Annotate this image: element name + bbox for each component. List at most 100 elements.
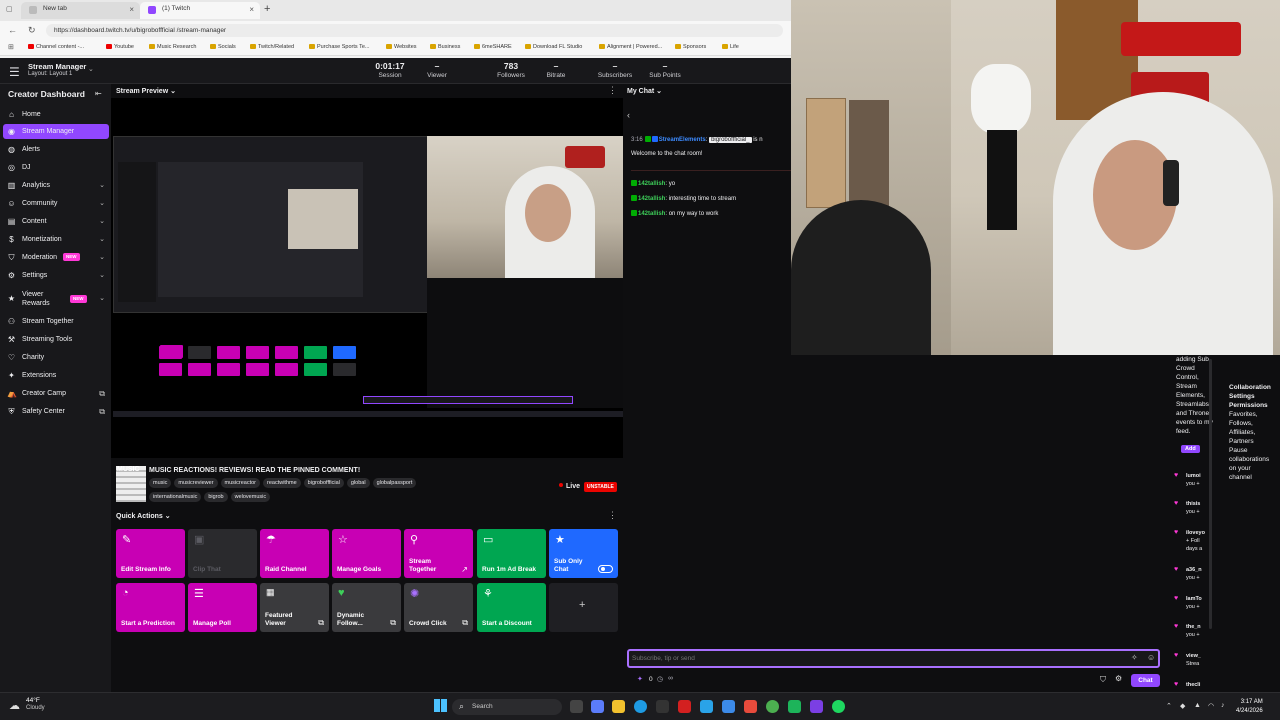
run-ad-break-button[interactable]: ▭ Run 1m Ad Break: [477, 529, 546, 578]
chevron-down-icon[interactable]: ⌄: [88, 65, 94, 73]
tab-twitch[interactable]: (1) Twitch ×: [140, 2, 260, 19]
stream-tag[interactable]: music: [149, 478, 172, 488]
spotify-icon[interactable]: [832, 700, 845, 713]
wifi-icon[interactable]: ◠: [1208, 702, 1214, 710]
bookmark-item[interactable]: Alignment | Powered...: [599, 44, 662, 50]
overlay-scrollbar[interactable]: [1209, 359, 1212, 629]
sidebar-item-safety-center[interactable]: ⛨ Safety Center ⧉: [3, 404, 109, 419]
stream-tag[interactable]: reactwithme: [263, 478, 301, 488]
more-options-icon[interactable]: ⋮: [608, 510, 617, 521]
raid-channel-button[interactable]: ☂ Raid Channel: [260, 529, 329, 578]
file-explorer-icon[interactable]: [612, 700, 625, 713]
windows-start-icon[interactable]: [434, 699, 447, 712]
start-discount-button[interactable]: ⚘ Start a Discount: [477, 583, 546, 632]
stream-together-button[interactable]: ⚲ Stream Together ↗: [404, 529, 473, 578]
shield-icon[interactable]: ⛉: [1100, 675, 1106, 685]
chevron-left-icon[interactable]: ‹: [627, 110, 630, 120]
timer-icon[interactable]: ◷: [657, 675, 663, 683]
sidebar-item-streaming-tools[interactable]: ⚒ Streaming Tools: [3, 332, 109, 347]
weather-condition[interactable]: Cloudy: [26, 705, 45, 711]
app-icon[interactable]: [722, 700, 735, 713]
stream-tag[interactable]: bigrob: [204, 492, 228, 502]
layout-selector[interactable]: Layout: Layout 1: [28, 71, 72, 77]
chat-send-button[interactable]: Chat: [1131, 674, 1160, 687]
bookmark-item[interactable]: Business: [430, 44, 460, 50]
gear-icon[interactable]: ⚙: [1115, 674, 1122, 683]
apps-icon[interactable]: ⊞: [8, 43, 14, 51]
weather-temperature[interactable]: 44°F: [26, 697, 40, 704]
featured-viewer-button[interactable]: ▦ Featured Viewer ⧉: [260, 583, 329, 632]
bookmark-item[interactable]: Socials: [210, 44, 236, 50]
sidebar-item-community[interactable]: ☺ Community ⌄: [3, 196, 109, 211]
window-menu-icon[interactable]: ▢: [6, 5, 13, 13]
sidebar-item-content[interactable]: ▤ Content ⌄: [3, 214, 109, 229]
stream-tag[interactable]: globalpassport: [372, 478, 417, 488]
taskbar-search[interactable]: ⌕ Search: [452, 699, 562, 715]
start-prediction-button[interactable]: ◔ Start a Prediction: [116, 583, 185, 632]
volume-icon[interactable]: ♪: [1221, 702, 1225, 709]
sidebar-item-viewer-rewards[interactable]: ★ Viewer Rewards NEW ⌄: [3, 288, 109, 310]
chat-input-box[interactable]: ✧ ☺: [627, 649, 1160, 668]
bookmark-item[interactable]: Twitch/Related: [250, 44, 294, 50]
close-icon[interactable]: ×: [129, 5, 134, 14]
task-view-icon[interactable]: [570, 700, 583, 713]
stream-tag[interactable]: bigroboffficial: [303, 478, 344, 488]
collapse-icon[interactable]: ⇤: [95, 89, 102, 98]
sidebar-item-moderation[interactable]: ⛉ Moderation NEW ⌄: [3, 250, 109, 265]
sidebar-item-stream-manager[interactable]: ◉ Stream Manager: [3, 124, 109, 139]
stream-tag[interactable]: musicreviewer: [174, 478, 218, 488]
bookmark-item[interactable]: Channel content -...: [28, 44, 84, 50]
sub-only-toggle[interactable]: [598, 565, 613, 573]
app-icon[interactable]: [810, 700, 823, 713]
taskbar-clock[interactable]: 3:17 AM 4/24/2026: [1236, 698, 1263, 716]
bookmark-item[interactable]: Music Research: [149, 44, 196, 50]
bookmark-item[interactable]: 6meSHARE: [474, 44, 512, 50]
sidebar-item-dj[interactable]: ◎ DJ: [3, 160, 109, 175]
stream-health-badge[interactable]: UNSTABLE: [584, 482, 617, 492]
new-tab-plus-icon[interactable]: +: [264, 3, 270, 15]
quick-actions-title[interactable]: Quick Actions ⌄: [116, 512, 171, 520]
sidebar-item-monetization[interactable]: $ Monetization ⌄: [3, 232, 109, 247]
stream-tag[interactable]: welovemusic: [230, 492, 271, 502]
dynamic-follow-button[interactable]: ♥ Dynamic Follow... ⧉: [332, 583, 401, 632]
channel-points-icon[interactable]: ✦: [637, 675, 643, 683]
app-icon[interactable]: [678, 700, 691, 713]
sidebar-item-extensions[interactable]: ✦ Extensions: [3, 368, 109, 383]
sidebar-item-alerts[interactable]: ◍ Alerts: [3, 142, 109, 157]
stream-tag[interactable]: internationalmusic: [149, 492, 202, 502]
chevron-up-icon[interactable]: ⌃: [1166, 702, 1172, 710]
bookmark-item[interactable]: Purchase Sports Te...: [309, 44, 369, 50]
more-options-icon[interactable]: ⋮: [608, 85, 617, 96]
app-icon[interactable]: [788, 700, 801, 713]
close-icon[interactable]: ×: [249, 5, 254, 14]
reload-icon[interactable]: ↻: [28, 25, 36, 36]
bookmark-item[interactable]: Sponsors: [675, 44, 706, 50]
sidebar-item-home[interactable]: ⌂ Home: [3, 107, 109, 122]
chat-title[interactable]: My Chat ⌄: [627, 87, 662, 95]
tray-icon[interactable]: ◆: [1180, 702, 1185, 710]
chat-input[interactable]: [632, 653, 1112, 664]
copilot-icon[interactable]: [591, 700, 604, 713]
app-icon[interactable]: [700, 700, 713, 713]
add-quick-action-button[interactable]: +: [549, 583, 618, 632]
stream-tag[interactable]: global: [346, 478, 370, 488]
url-field[interactable]: https://dashboard.twitch.tv/u/bigrobofff…: [46, 24, 783, 37]
manage-poll-button[interactable]: ☰ Manage Poll: [188, 583, 257, 632]
app-icon[interactable]: [744, 700, 757, 713]
stream-tag[interactable]: musicreactor: [220, 478, 261, 488]
clip-that-button[interactable]: ▣ Clip That: [188, 529, 257, 578]
bits-icon[interactable]: ✧: [1131, 653, 1138, 662]
stream-preview-title[interactable]: Stream Preview ⌄: [116, 87, 176, 95]
sidebar-item-settings[interactable]: ⚙ Settings ⌄: [3, 268, 109, 283]
bookmark-item[interactable]: Youtube: [106, 44, 134, 50]
bookmark-item[interactable]: Life: [722, 44, 739, 50]
manage-goals-button[interactable]: ☆ Manage Goals: [332, 529, 401, 578]
edge-icon[interactable]: [634, 700, 647, 713]
emote-icon[interactable]: ☺: [1147, 653, 1155, 662]
store-icon[interactable]: [656, 700, 669, 713]
menu-icon[interactable]: ☰: [9, 65, 20, 79]
back-arrow-icon[interactable]: ←: [8, 25, 17, 35]
tab-new-tab[interactable]: New tab ×: [21, 2, 140, 19]
tray-icon[interactable]: ▲: [1194, 702, 1201, 709]
add-button[interactable]: Add: [1181, 445, 1200, 453]
